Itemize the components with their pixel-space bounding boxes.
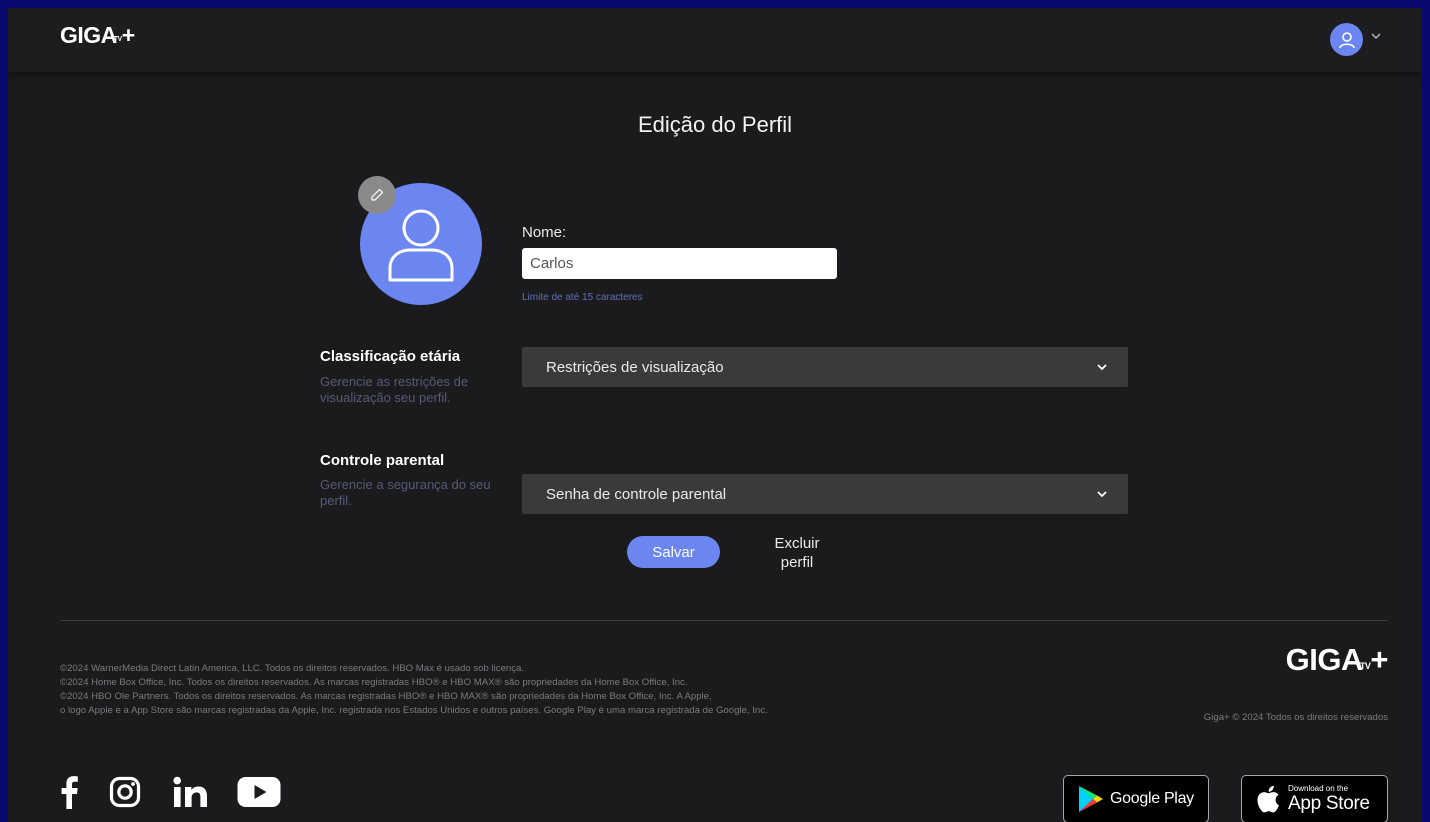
logo-text: GIGA [1285, 642, 1364, 677]
chevron-down-icon [1097, 364, 1107, 371]
footer-giga-logo: GIGA TV + [1285, 642, 1389, 678]
delete-profile-link[interactable]: Excluir perfil [762, 534, 832, 572]
parental-control-title: Controle parental [320, 452, 445, 469]
app-store-small-label: Download on the [1288, 784, 1349, 793]
legal-line: ©2024 Home Box Office, Inc. Todos os dir… [60, 677, 688, 688]
parental-control-select[interactable]: Senha de controle parental [522, 474, 1128, 514]
top-header: GIGA TV + [8, 8, 1422, 72]
age-rating-title: Classificação etária [320, 348, 461, 365]
legal-line: o logo Apple e a App Store são marcas re… [60, 705, 768, 716]
user-icon [1338, 31, 1355, 48]
app-store-label: App Store [1288, 793, 1370, 814]
name-hint: Limite de até 15 caracteres [522, 292, 643, 303]
age-rating-description: Gerencie as restrições de visualização s… [320, 374, 469, 405]
google-play-icon [1079, 786, 1103, 812]
profile-menu-avatar[interactable] [1330, 23, 1363, 56]
page-title: Edição do Perfil [637, 112, 793, 137]
edit-avatar-button[interactable] [358, 176, 396, 214]
logo-text: GIGA [60, 22, 117, 48]
legal-line: ©2024 HBO Ole Partners. Todos os direito… [60, 691, 712, 702]
user-icon [388, 209, 454, 282]
facebook-icon [61, 776, 78, 809]
instagram-icon [109, 776, 141, 808]
chevron-down-icon[interactable] [1370, 30, 1382, 42]
chevron-down-icon [1097, 491, 1107, 498]
logo-plus: + [1370, 642, 1388, 677]
delete-line-2: perfil [780, 554, 814, 571]
delete-line-1: Excluir [774, 535, 820, 552]
linkedin-icon [173, 776, 207, 807]
legal-line: ©2024 WarnerMedia Direct Latin America, … [60, 663, 525, 674]
app-store-badge[interactable]: Download on the App Store [1241, 775, 1388, 822]
name-label: Nome: [522, 224, 567, 241]
youtube-link[interactable] [236, 772, 282, 812]
giga-logo[interactable]: GIGA TV + [60, 22, 135, 49]
app-store-text: Download on the App Store [1288, 784, 1370, 814]
logo-plus: + [121, 22, 135, 48]
age-rating-select[interactable]: Restrições de visualização [522, 347, 1128, 387]
facebook-link[interactable] [58, 772, 80, 812]
pencil-icon [371, 188, 384, 201]
parental-control-select-label: Senha de controle parental [546, 485, 727, 503]
youtube-icon [237, 777, 281, 807]
instagram-link[interactable] [108, 772, 142, 812]
app-frame: GIGATV+ Edição do Perfil Nome: Limite de… [8, 8, 1422, 822]
age-rating-select-label: Restrições de visualização [546, 358, 724, 376]
footer-copyright: Giga+ © 2024 Todos os direitos reservado… [1203, 712, 1388, 723]
logo-tv: TV [1359, 661, 1371, 671]
save-button[interactable]: Salvar [627, 536, 720, 568]
apple-icon [1257, 785, 1279, 813]
footer-divider [60, 620, 1388, 621]
legal-text: ©2024 WarnerMedia Direct Latin America, … [60, 662, 768, 718]
logo-tv: TV [113, 36, 122, 43]
linkedin-link[interactable] [172, 772, 210, 812]
name-field[interactable] [522, 248, 837, 279]
google-play-label: Google Play [1110, 790, 1194, 807]
google-play-badge[interactable]: Google Play [1063, 775, 1209, 822]
parental-control-description: Gerencie a segurança do seu perfil. [320, 477, 491, 508]
